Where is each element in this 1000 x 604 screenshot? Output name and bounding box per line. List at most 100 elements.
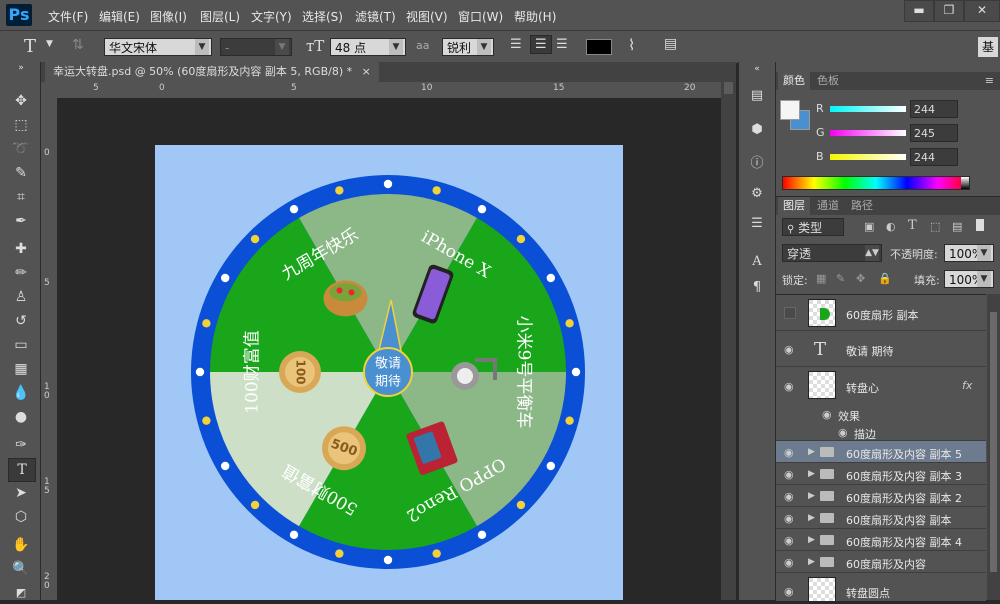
properties-panel-icon[interactable]: ☰: [748, 216, 766, 234]
align-center-icon[interactable]: ☰: [530, 35, 552, 54]
document-tab[interactable]: 幸运大转盘.psd @ 50% (60度扇形及内容 副本 5, RGB/8) *…: [45, 62, 379, 82]
effect-stroke-row[interactable]: ◉ 描边: [776, 423, 986, 441]
history-panel-icon[interactable]: ▤: [748, 88, 766, 106]
tab-swatches[interactable]: 色板: [812, 72, 844, 90]
antialias-select[interactable]: 锐利 ▼: [442, 38, 494, 56]
align-left-icon[interactable]: ☰: [510, 37, 522, 52]
eye-icon[interactable]: ◉: [784, 380, 794, 393]
zoom-tool-icon[interactable]: 🔍: [8, 558, 34, 580]
filter-toggle[interactable]: [976, 219, 984, 231]
character-panel-icon[interactable]: ▤: [664, 36, 677, 52]
font-style-select[interactable]: - ▼: [220, 38, 292, 56]
scrollbar-thumb[interactable]: [990, 312, 997, 572]
color-spectrum-bar[interactable]: [782, 176, 970, 190]
red-slider[interactable]: [830, 106, 906, 112]
lock-transparent-icon[interactable]: ▦: [816, 272, 826, 285]
type-tool-icon[interactable]: T: [24, 36, 36, 57]
font-family-select[interactable]: 华文宋体 ▼: [104, 38, 212, 56]
eye-icon[interactable]: ◉: [784, 446, 794, 459]
tab-channels[interactable]: 通道: [812, 197, 844, 215]
eye-icon[interactable]: ◉: [784, 556, 794, 569]
filter-pixel-icon[interactable]: ▣: [864, 220, 874, 233]
layer-group-row[interactable]: ◉ ▶ 60度扇形及内容: [776, 551, 986, 573]
filter-smart-object-icon[interactable]: ▤: [952, 220, 962, 233]
paragraph-panel-icon[interactable]: ¶: [748, 280, 766, 298]
layer-group-row[interactable]: ◉ ▶ 60度扇形及内容 副本: [776, 507, 986, 529]
expand-arrow-icon[interactable]: ▶: [808, 513, 815, 523]
layers-scrollbar[interactable]: [987, 294, 1000, 600]
close-window-button[interactable]: ✕: [964, 0, 1000, 22]
history-brush-tool-icon[interactable]: ↺: [8, 310, 34, 332]
effects-row[interactable]: ◉ 效果: [776, 405, 986, 423]
blur-tool-icon[interactable]: 💧: [8, 382, 34, 404]
expand-arrow-icon[interactable]: ▶: [808, 557, 815, 567]
shape-tool-icon[interactable]: ⬡: [8, 506, 34, 528]
expand-arrow-icon[interactable]: ▶: [808, 447, 815, 457]
canvas-vertical-scrollbar[interactable]: [721, 82, 736, 600]
lock-image-icon[interactable]: ✎: [836, 272, 845, 285]
expand-arrow-icon[interactable]: ▶: [808, 469, 815, 479]
blue-value[interactable]: 244: [910, 148, 958, 166]
gradient-tool-icon[interactable]: ▦: [8, 358, 34, 380]
eyedropper-tool-icon[interactable]: ✒: [8, 210, 34, 232]
green-slider[interactable]: [830, 130, 906, 136]
menu-select[interactable]: 选择(S): [302, 8, 343, 25]
menu-type[interactable]: 文字(Y): [251, 8, 292, 25]
foreground-color-swatch[interactable]: [780, 100, 800, 120]
restore-button[interactable]: ❐: [934, 0, 964, 22]
path-selection-tool-icon[interactable]: ➤: [8, 482, 34, 504]
eye-icon[interactable]: ◉: [784, 468, 794, 481]
lock-position-icon[interactable]: ✥: [856, 272, 865, 285]
menu-file[interactable]: 文件(F): [48, 8, 88, 25]
tab-paths[interactable]: 路径: [846, 197, 878, 215]
layer-group-row[interactable]: ◉ ▶ 60度扇形及内容 副本 4: [776, 529, 986, 551]
menu-window[interactable]: 窗口(W): [458, 8, 503, 25]
panel-menu-icon[interactable]: ≡: [985, 74, 994, 87]
character-panel-icon[interactable]: A: [748, 254, 766, 272]
scrollbar-thumb[interactable]: [724, 82, 733, 94]
eraser-tool-icon[interactable]: ▭: [8, 334, 34, 356]
tool-preset-caret-icon[interactable]: ▼: [46, 39, 53, 49]
fx-icon[interactable]: fx: [962, 379, 972, 392]
tab-color[interactable]: 颜色: [778, 72, 810, 90]
lasso-tool-icon[interactable]: ➰: [8, 138, 34, 160]
layer-row[interactable]: 60度扇形 副本: [776, 295, 986, 331]
warp-text-icon[interactable]: ⌇: [628, 36, 635, 54]
menu-help[interactable]: 帮助(H): [514, 8, 556, 25]
canvas-area[interactable]: 九周年快乐 iPhone X 小米9号平衡车 OPPO Reno2 500财富值 100财…: [58, 98, 721, 600]
brush-tool-icon[interactable]: ✏: [8, 262, 34, 284]
text-color-swatch[interactable]: [586, 39, 612, 55]
tab-layers[interactable]: 图层: [778, 197, 810, 215]
filter-adjustment-icon[interactable]: ◐: [886, 220, 896, 233]
layer-row[interactable]: ◉ T 敬请 期待: [776, 331, 986, 367]
layer-row[interactable]: ◉ 转盘心 fx: [776, 367, 986, 405]
eye-icon[interactable]: ◉: [822, 408, 832, 421]
orientation-toggle-icon[interactable]: ⇅: [72, 37, 84, 53]
workspace-button[interactable]: 基: [978, 37, 998, 57]
eye-icon[interactable]: ◉: [784, 585, 794, 598]
hand-tool-icon[interactable]: ✋: [8, 534, 34, 556]
menu-view[interactable]: 视图(V): [406, 8, 448, 25]
eye-icon[interactable]: ◉: [838, 426, 848, 439]
adjustments-panel-icon[interactable]: ⚙: [748, 186, 766, 204]
collapse-panels-icon[interactable]: «: [748, 64, 766, 82]
clone-stamp-tool-icon[interactable]: ♙: [8, 286, 34, 308]
menu-image[interactable]: 图像(I): [150, 8, 187, 25]
marquee-tool-icon[interactable]: ⬚: [8, 114, 34, 136]
align-right-icon[interactable]: ☰: [556, 37, 568, 52]
opacity-input[interactable]: 100% ▼: [944, 244, 994, 262]
default-colors-icon[interactable]: ◩: [8, 582, 34, 604]
minimize-button[interactable]: ▬: [904, 0, 934, 22]
dodge-tool-icon[interactable]: ●: [8, 406, 34, 428]
layer-group-row[interactable]: ◉ ▶ 60度扇形及内容 副本 2: [776, 485, 986, 507]
blend-mode-select[interactable]: 穿透 ▲▼: [782, 244, 882, 262]
lucky-wheel[interactable]: 九周年快乐 iPhone X小米9号平衡车OPPO Reno2500财富值100财…: [155, 145, 623, 600]
lock-all-icon[interactable]: 🔒: [878, 272, 892, 285]
3d-panel-icon[interactable]: ⬢: [748, 122, 766, 140]
document-canvas[interactable]: 九周年快乐 iPhone X 小米9号平衡车 OPPO Reno2 500财富值 100财…: [155, 145, 623, 600]
expand-arrow-icon[interactable]: ▶: [808, 535, 815, 545]
blue-slider[interactable]: [830, 154, 906, 160]
close-tab-icon[interactable]: ×: [362, 65, 371, 78]
eye-icon[interactable]: ◉: [784, 343, 794, 356]
menu-layer[interactable]: 图层(L): [200, 8, 240, 25]
